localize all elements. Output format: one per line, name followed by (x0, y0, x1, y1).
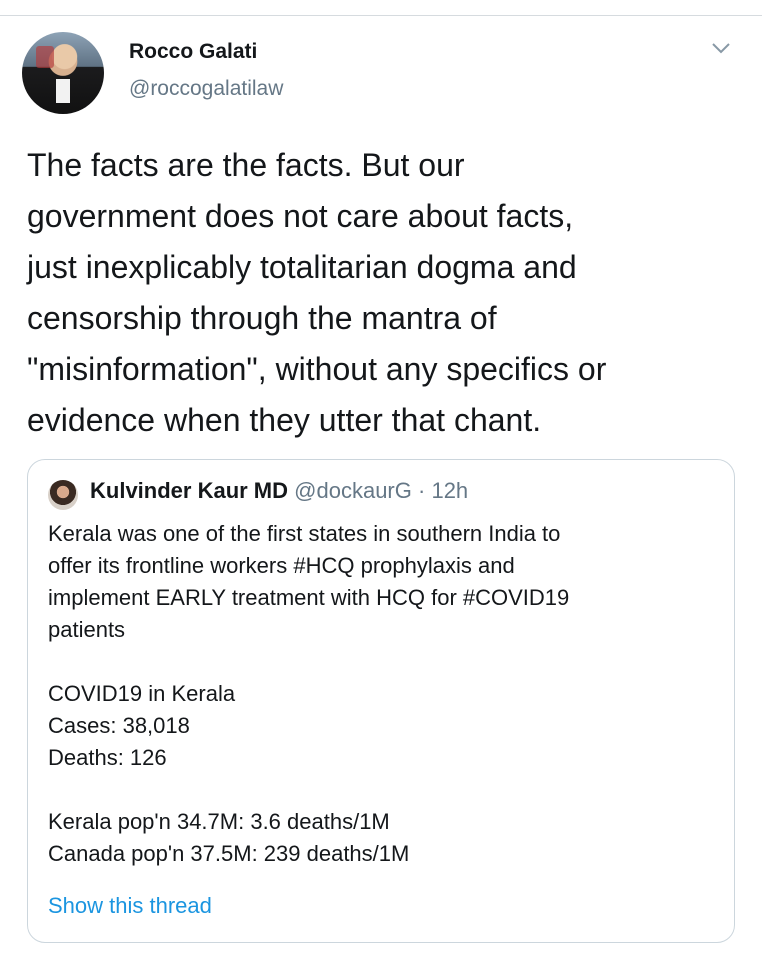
author-avatar[interactable] (22, 32, 104, 114)
author-name[interactable]: Rocco Galati (129, 40, 257, 64)
show-thread-link[interactable]: Show this thread (48, 893, 212, 919)
avatar-collar (56, 79, 70, 103)
quoted-timestamp: 12h (431, 478, 469, 503)
top-divider (0, 15, 762, 16)
quoted-tweet-text: Kerala was one of the first states in so… (48, 521, 570, 866)
quoted-author-avatar (48, 480, 78, 510)
quoted-separator: · (418, 478, 426, 503)
tweet-text: The facts are the facts. But our governm… (27, 147, 607, 438)
quoted-tweet-header: Kulvinder Kaur MD @dockaurG · 12h (90, 478, 468, 504)
author-handle[interactable]: @roccogalatilaw (129, 77, 283, 101)
quoted-author-handle: @dockaurG (294, 478, 412, 503)
avatar-background-flag (36, 46, 54, 68)
quoted-tweet[interactable]: Kulvinder Kaur MD @dockaurG · 12h Kerala… (27, 459, 735, 943)
chevron-down-icon[interactable] (710, 40, 732, 56)
quoted-author-name: Kulvinder Kaur MD (90, 478, 289, 503)
